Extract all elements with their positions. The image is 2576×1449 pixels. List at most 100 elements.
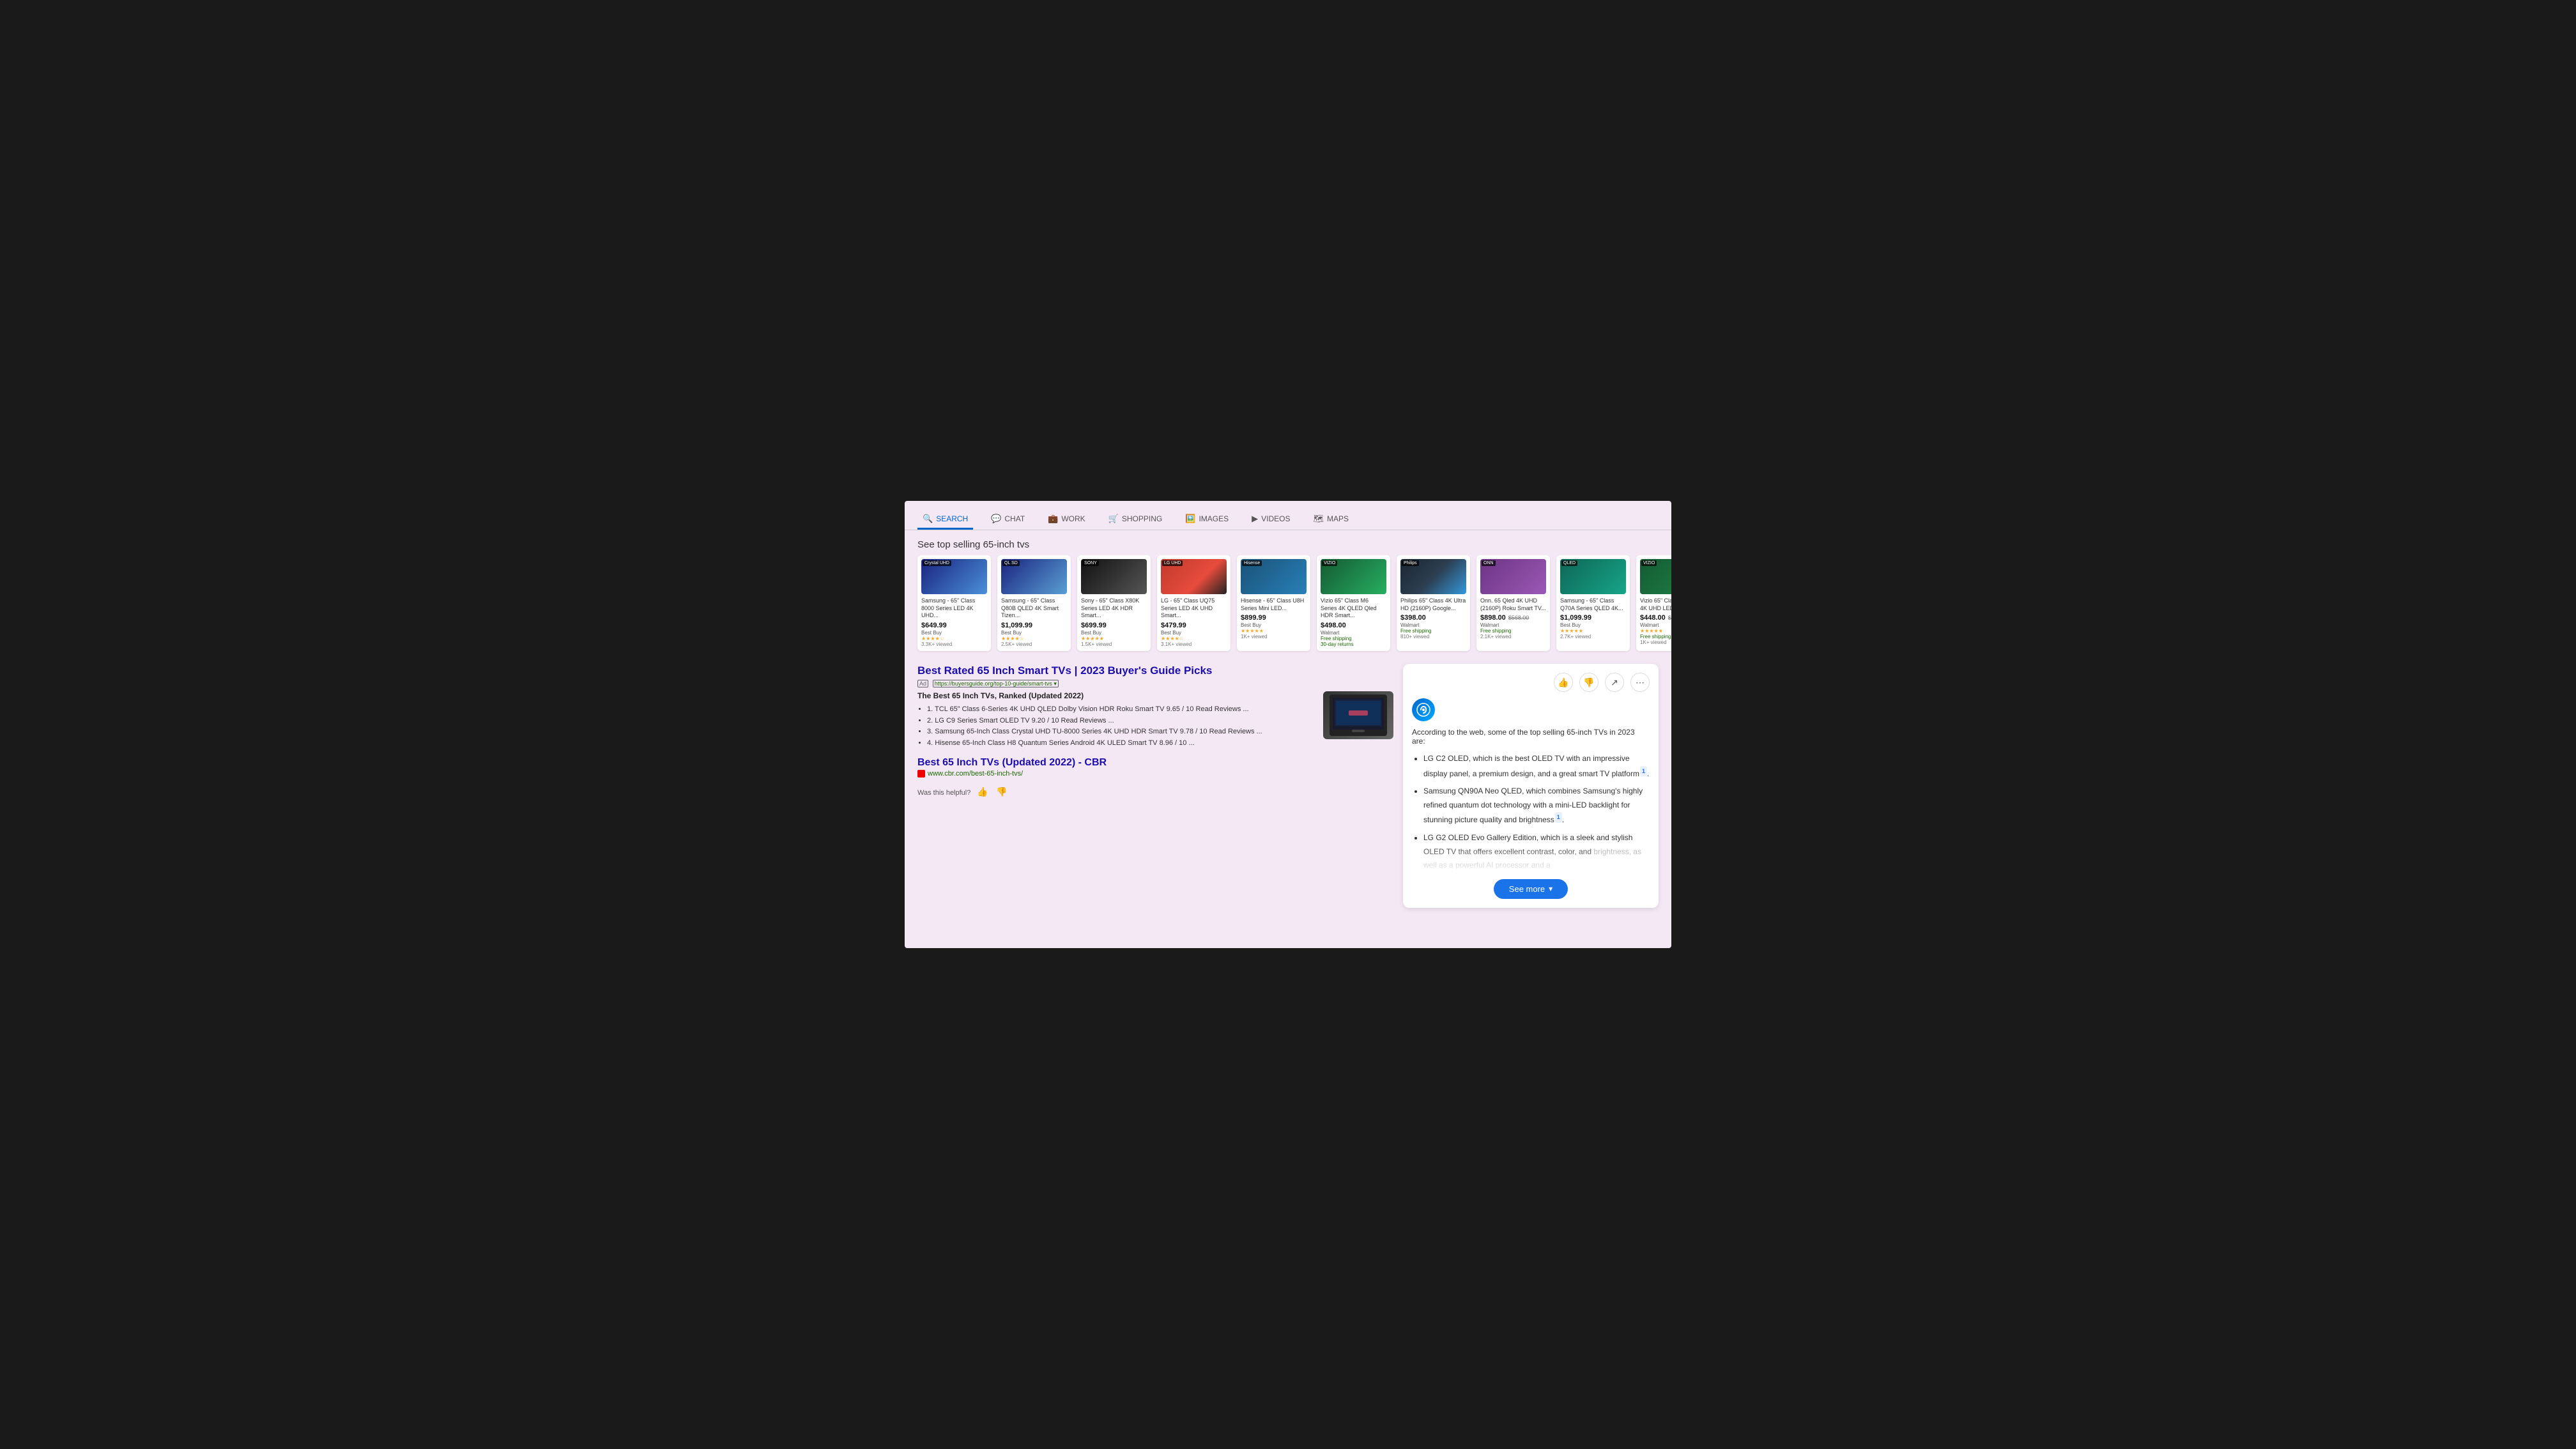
brand-badge: Philips <box>1402 560 1419 566</box>
ai-intro-text: According to the web, some of the top se… <box>1412 728 1650 746</box>
product-card[interactable]: Crystal UHD Samsung - 65" Class 8000 Ser… <box>917 555 991 651</box>
shipping-info: Free shipping <box>1640 634 1671 640</box>
product-name: Onn. 65 Qled 4K UHD (2160P) Roku Smart T… <box>1480 597 1546 612</box>
product-store: Walmart <box>1400 622 1466 628</box>
product-card[interactable]: Philips Philips 65" Class 4K Ultra HD (2… <box>1397 555 1470 651</box>
product-price: $498.00 <box>1321 622 1386 629</box>
product-name: Samsung - 65" Class Q80B QLED 4K Smart T… <box>1001 597 1067 620</box>
see-more-label: See more <box>1509 884 1545 894</box>
tab-chat[interactable]: 💬 CHAT <box>986 510 1030 530</box>
brand-badge: QL SD <box>1002 560 1020 566</box>
thumbs-up-ai-button[interactable]: 👍 <box>1554 673 1573 692</box>
tab-images[interactable]: 🖼️ IMAGES <box>1180 510 1234 530</box>
main-content: Best Rated 65 Inch Smart TVs | 2023 Buye… <box>905 657 1671 914</box>
ai-list-item: LG G2 OLED Evo Gallery Edition, which is… <box>1423 831 1650 873</box>
shipping-info: Free shipping <box>1400 628 1466 634</box>
product-card[interactable]: SONY Sony - 65" Class X80K Series LED 4K… <box>1077 555 1151 651</box>
product-image: QLED <box>1560 559 1626 594</box>
article-subtitle: The Best 65 Inch TVs, Ranked (Updated 20… <box>917 691 1315 700</box>
ai-citation[interactable]: 1 <box>1555 812 1562 822</box>
product-stars: ★★★★★ <box>1640 628 1671 634</box>
helpful-label: Was this helpful? <box>917 789 970 797</box>
tab-shopping[interactable]: 🛒 SHOPPING <box>1103 510 1168 530</box>
product-store: Walmart <box>1640 622 1671 628</box>
product-image: VIZIO <box>1321 559 1386 594</box>
product-views: 3.3K+ viewed <box>921 641 987 647</box>
original-price: $568.00 <box>1508 615 1529 621</box>
brand-badge: SONY <box>1082 560 1099 566</box>
product-store: Best Buy <box>1560 622 1626 628</box>
search-results-page: 🔍 SEARCH 💬 CHAT 💼 WORK 🛒 SHOPPING 🖼️ IMA… <box>905 501 1671 948</box>
thumbs-up-button[interactable]: 👍 <box>977 786 990 799</box>
article-title[interactable]: Best Rated 65 Inch Smart TVs | 2023 Buye… <box>917 664 1393 678</box>
products-carousel[interactable]: Crystal UHD Samsung - 65" Class 8000 Ser… <box>905 555 1671 657</box>
product-price: $448.00 <box>1640 614 1666 622</box>
product-image: Crystal UHD <box>921 559 987 594</box>
product-image: ONN <box>1480 559 1546 594</box>
cbr-result: Best 65 Inch TVs (Updated 2022) - CBR ww… <box>917 757 1393 778</box>
product-views: 1K+ viewed <box>1241 634 1307 640</box>
brand-badge: QLED <box>1561 560 1577 566</box>
product-image: Hisense <box>1241 559 1307 594</box>
product-store: Best Buy <box>1161 630 1227 636</box>
tab-maps[interactable]: 🗺 MAPS <box>1308 510 1354 530</box>
product-name: Sony - 65" Class X80K Series LED 4K HDR … <box>1081 597 1147 620</box>
thumbs-down-ai-button[interactable]: 👎 <box>1579 673 1598 692</box>
product-card[interactable]: QLED Samsung - 65" Class Q70A Series QLE… <box>1556 555 1630 651</box>
tab-work-label: WORK <box>1061 514 1085 523</box>
product-card[interactable]: VIZIO Vizio 65" Class M6 Series 4K QLED … <box>1317 555 1390 651</box>
tab-videos[interactable]: ▶ VIDEOS <box>1246 510 1295 530</box>
product-card[interactable]: Hisense Hisense - 65" Class U8H Series M… <box>1237 555 1310 651</box>
article-result: Best Rated 65 Inch Smart TVs | 2023 Buye… <box>917 664 1393 749</box>
more-options-button[interactable]: ⋯ <box>1630 673 1650 692</box>
thumbs-down-button[interactable]: 👎 <box>996 786 1009 799</box>
product-image: SONY <box>1081 559 1147 594</box>
chevron-down-icon: ▾ <box>1549 884 1552 893</box>
product-stars: ★★★★★ <box>1241 628 1307 634</box>
product-price: $1,099.99 <box>1001 622 1067 629</box>
ai-list-item: Samsung QN90A Neo QLED, which combines S… <box>1423 785 1650 827</box>
product-views: 2.1K+ viewed <box>1480 634 1546 640</box>
tab-chat-label: CHAT <box>1004 514 1025 523</box>
brand-badge: VIZIO <box>1641 560 1657 566</box>
product-store: Walmart <box>1480 622 1546 628</box>
product-price: $898.00 <box>1480 614 1506 622</box>
product-stars: ★★★★★ <box>1081 636 1147 641</box>
tab-work[interactable]: 💼 WORK <box>1043 510 1091 530</box>
product-card[interactable]: LG UHD LG - 65" Class UQ75 Series LED 4K… <box>1157 555 1230 651</box>
bing-ai-logo <box>1412 698 1435 721</box>
left-column: Best Rated 65 Inch Smart TVs | 2023 Buye… <box>917 664 1393 908</box>
product-name: Samsung - 65" Class 8000 Series LED 4K U… <box>921 597 987 620</box>
work-icon: 💼 <box>1048 514 1058 524</box>
product-card[interactable]: VIZIO Vizio 65" Class V-Series 4K UHD LE… <box>1636 555 1671 651</box>
product-views: 3.1K+ viewed <box>1161 641 1227 647</box>
article-url[interactable]: https://buyersguide.org/top-10-guide/sma… <box>933 680 1059 687</box>
cbr-url: www.cbr.com/best-65-inch-tvs/ <box>917 770 1393 778</box>
product-price: $479.99 <box>1161 622 1227 629</box>
product-views: 810+ viewed <box>1400 634 1466 640</box>
product-image: QL SD <box>1001 559 1067 594</box>
product-card[interactable]: ONN Onn. 65 Qled 4K UHD (2160P) Roku Sma… <box>1476 555 1550 651</box>
tab-search[interactable]: 🔍 SEARCH <box>917 510 973 530</box>
share-ai-button[interactable]: ↗ <box>1605 673 1624 692</box>
cbr-title[interactable]: Best 65 Inch TVs (Updated 2022) - CBR <box>917 757 1393 769</box>
article-body: The Best 65 Inch TVs, Ranked (Updated 20… <box>917 691 1393 749</box>
product-price: $398.00 <box>1400 614 1466 622</box>
see-more-button[interactable]: See more ▾ <box>1494 879 1568 899</box>
product-name: LG - 65" Class UQ75 Series LED 4K UHD Sm… <box>1161 597 1227 620</box>
ai-panel: 👍 👎 ↗ ⋯ According to the web, some of th… <box>1403 664 1659 908</box>
brand-badge: Crystal UHD <box>923 560 951 566</box>
cbr-url-text: www.cbr.com/best-65-inch-tvs/ <box>928 770 1023 778</box>
images-icon: 🖼️ <box>1185 514 1195 524</box>
product-price: $1,099.99 <box>1560 614 1626 622</box>
product-name: Vizio 65" Class V-Series 4K UHD LED Smar… <box>1640 597 1671 612</box>
ai-citation[interactable]: 1 <box>1640 766 1647 776</box>
brand-badge: Hisense <box>1242 560 1262 566</box>
product-price: $649.99 <box>921 622 987 629</box>
article-ad: Ad https://buyersguide.org/top-10-guide/… <box>917 680 1393 687</box>
product-card[interactable]: QL SD Samsung - 65" Class Q80B QLED 4K S… <box>997 555 1071 651</box>
product-views: 1.5K+ viewed <box>1081 641 1147 647</box>
article-thumbnail <box>1323 691 1393 739</box>
product-name: Vizio 65" Class M6 Series 4K QLED Qled H… <box>1321 597 1386 620</box>
product-store: Best Buy <box>1241 622 1307 628</box>
